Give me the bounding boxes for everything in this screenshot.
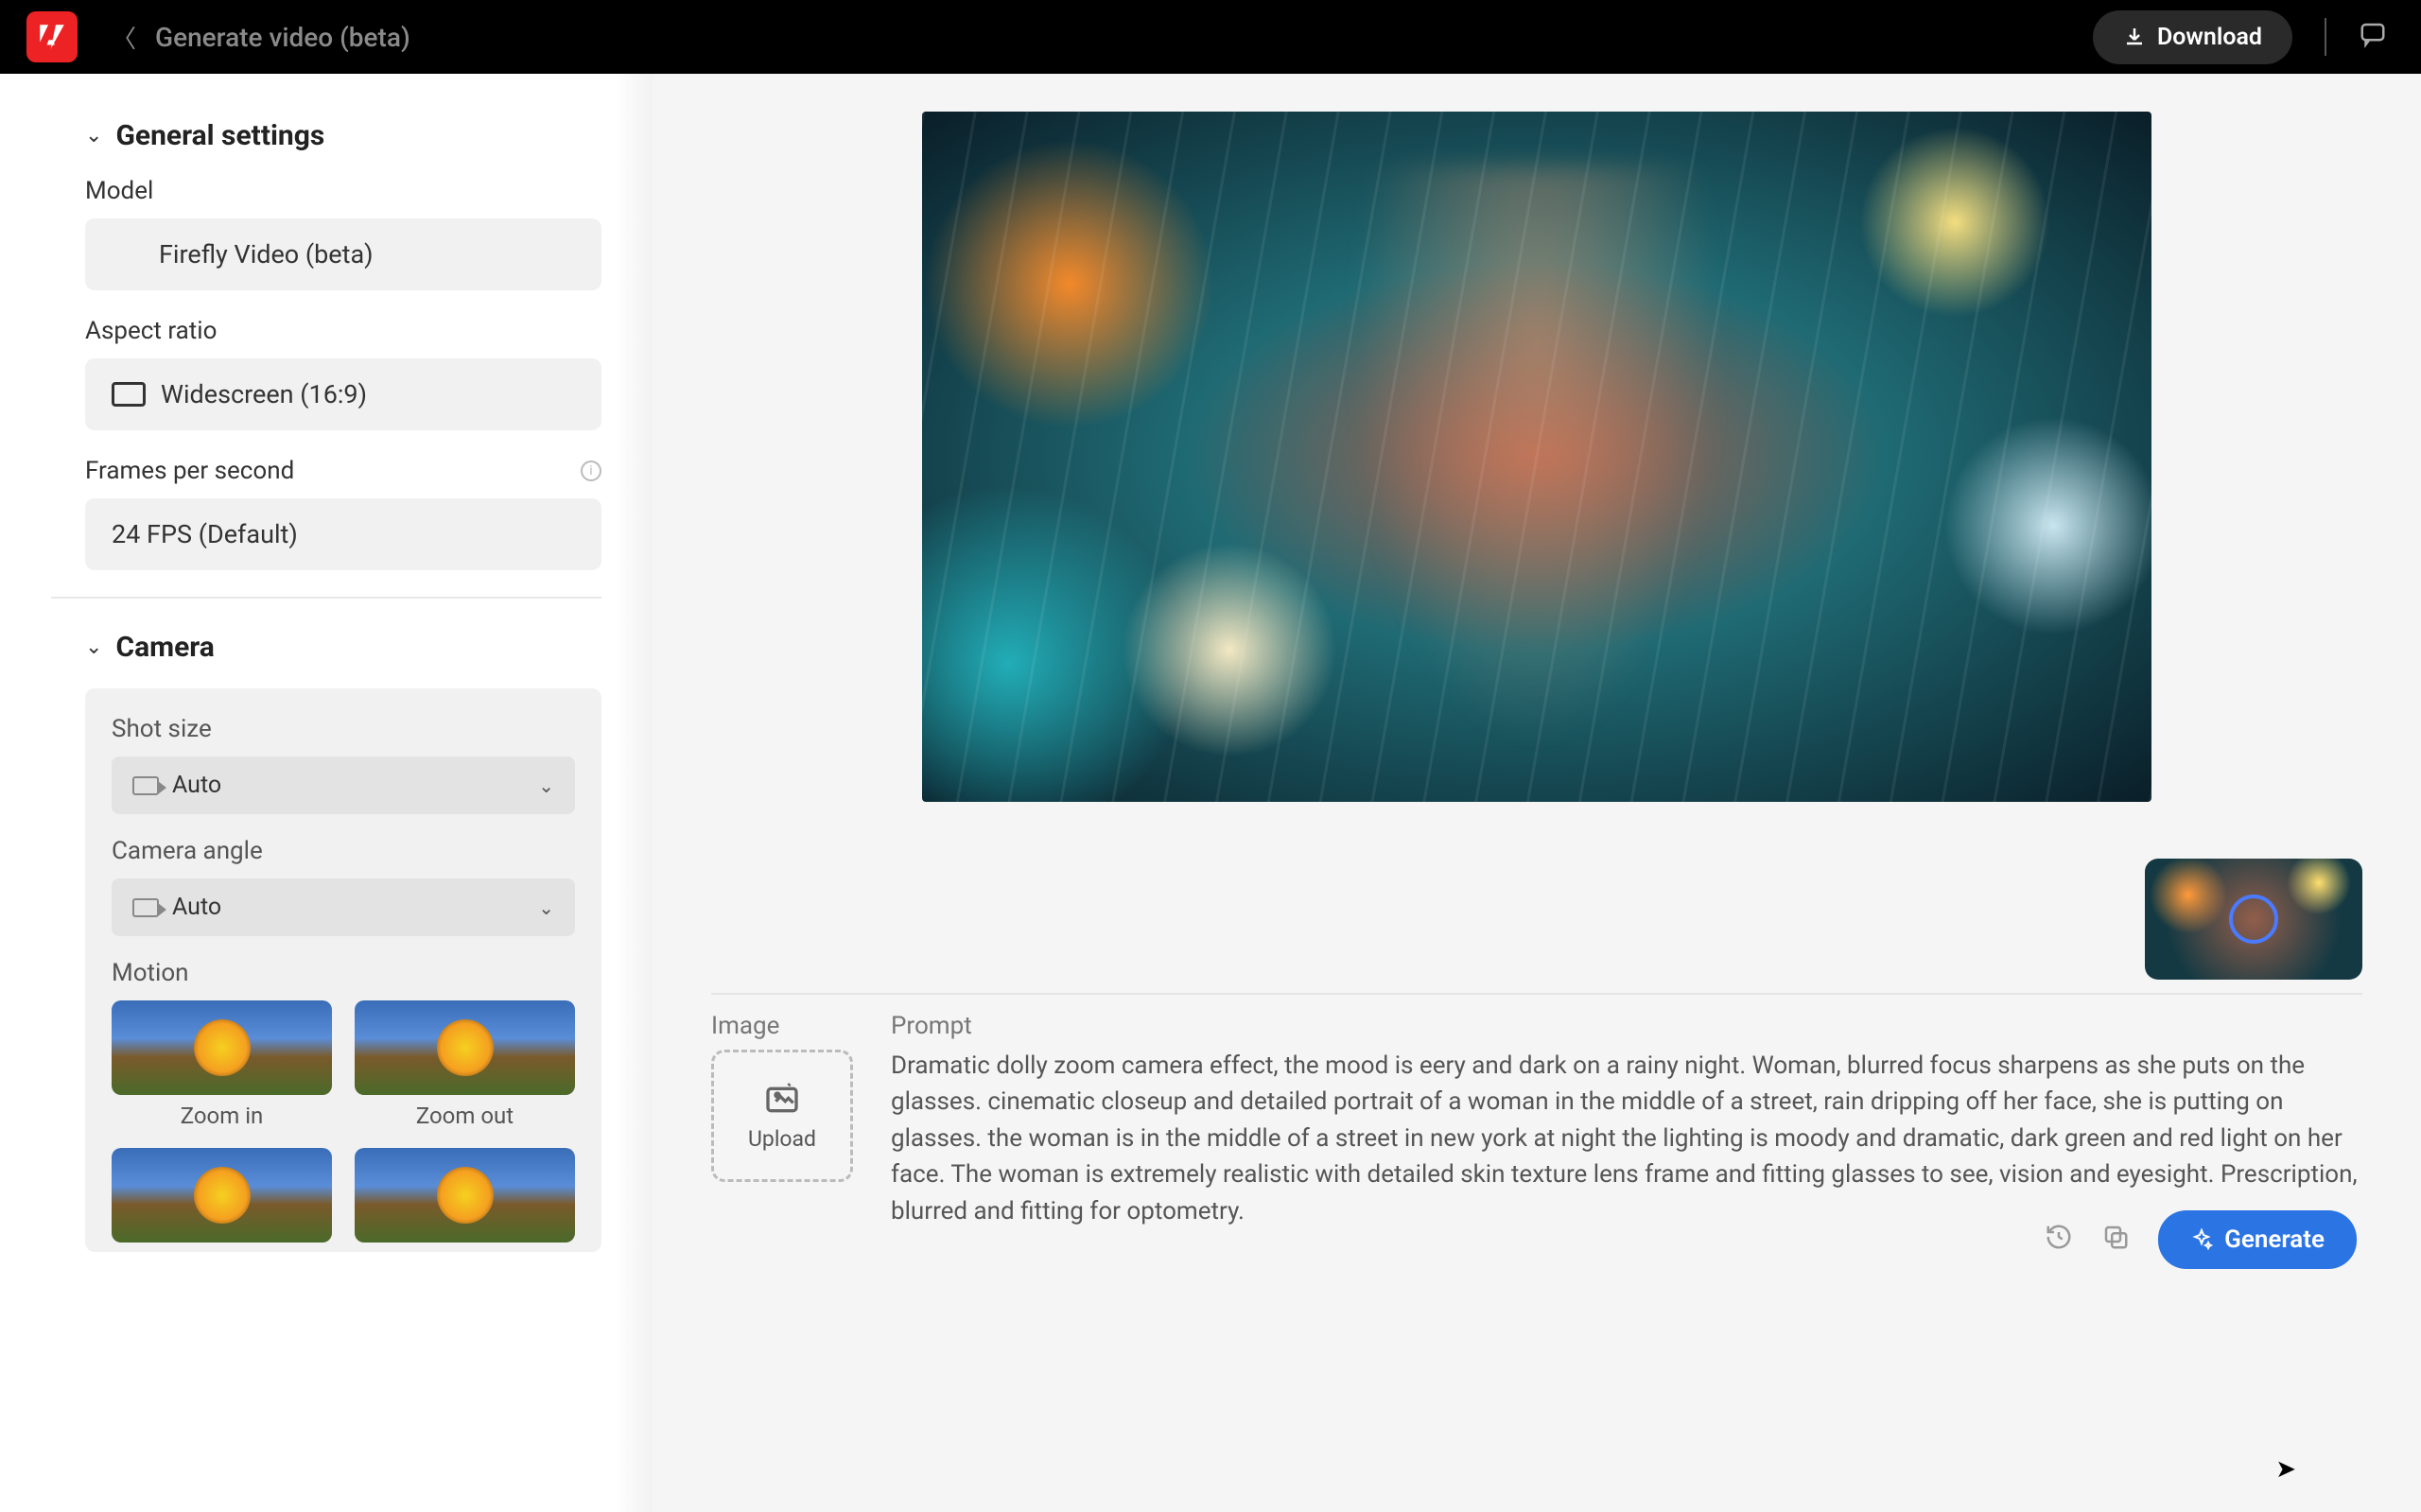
motion-item-label: Zoom out — [416, 1103, 514, 1129]
image-column-label: Image — [711, 1012, 853, 1040]
ratio-icon — [112, 382, 146, 407]
camera-angle-value: Auto — [172, 894, 221, 921]
model-select[interactable]: Firefly Video (beta) — [85, 218, 601, 290]
camera-icon — [132, 776, 159, 795]
image-upload-button[interactable]: Upload — [711, 1050, 853, 1182]
camera-angle-label: Camera angle — [112, 837, 575, 865]
motion-zoom-in[interactable]: Zoom in — [112, 1000, 332, 1129]
motion-thumbnail — [112, 1148, 332, 1243]
chevron-down-icon: ⌄ — [538, 896, 554, 919]
aspect-ratio-select[interactable]: Widescreen (16:9) — [85, 358, 601, 430]
general-settings-header[interactable]: ⌄ General settings — [85, 119, 601, 152]
shot-size-label: Shot size — [112, 715, 575, 743]
reference-thumbnail[interactable] — [2145, 859, 2362, 980]
video-preview[interactable] — [922, 112, 2151, 802]
shot-size-select[interactable]: Auto ⌄ — [112, 756, 575, 814]
page-title: Generate video (beta) — [155, 22, 410, 53]
fps-select[interactable]: 24 FPS (Default) — [85, 498, 601, 570]
generate-label: Generate — [2224, 1225, 2325, 1254]
prompt-panel: Image Upload Prompt Dramatic dolly zoom … — [681, 838, 2393, 1278]
download-label: Download — [2157, 24, 2262, 51]
separator — [2325, 18, 2326, 56]
info-icon[interactable]: i — [581, 461, 601, 481]
camera-angle-select[interactable]: Auto ⌄ — [112, 878, 575, 936]
chevron-down-icon: ⌄ — [85, 635, 102, 659]
chevron-down-icon: ⌄ — [85, 124, 102, 148]
settings-sidebar: ⌄ General settings Model Firefly Video (… — [0, 74, 653, 1512]
model-value: Firefly Video (beta) — [159, 239, 374, 269]
generate-button[interactable]: Generate — [2158, 1210, 2357, 1269]
main-content: Image Upload Prompt Dramatic dolly zoom … — [653, 74, 2421, 1512]
download-button[interactable]: Download — [2093, 10, 2292, 64]
general-settings-title: General settings — [115, 119, 324, 152]
motion-item-label: Zoom in — [181, 1103, 264, 1129]
shot-size-value: Auto — [172, 772, 221, 799]
aspect-ratio-value: Widescreen (16:9) — [161, 379, 367, 409]
motion-option[interactable] — [112, 1148, 332, 1243]
chevron-down-icon: ⌄ — [538, 774, 554, 797]
aspect-ratio-label: Aspect ratio — [85, 317, 601, 345]
fps-value: 24 FPS (Default) — [112, 519, 298, 549]
download-icon — [2123, 26, 2146, 48]
fps-label: Frames per second i — [85, 457, 601, 485]
motion-label: Motion — [112, 959, 575, 987]
back-chevron-icon[interactable]: 〈 — [112, 20, 136, 55]
camera-section-header[interactable]: ⌄ Camera — [85, 631, 601, 664]
sparkle-icon — [2190, 1228, 2213, 1251]
upload-icon — [759, 1081, 805, 1119]
model-label: Model — [85, 177, 601, 205]
prompt-text[interactable]: Dramatic dolly zoom camera effect, the m… — [891, 1048, 2362, 1229]
motion-thumbnail — [355, 1000, 575, 1095]
upload-label: Upload — [748, 1126, 816, 1152]
motion-thumbnail — [112, 1000, 332, 1095]
cursor-icon: ➤ — [2275, 1455, 2296, 1484]
motion-thumbnail — [355, 1148, 575, 1243]
camera-title: Camera — [115, 631, 214, 664]
prompt-column-label: Prompt — [891, 1012, 2362, 1040]
divider — [51, 597, 601, 599]
motion-zoom-out[interactable]: Zoom out — [355, 1000, 575, 1129]
comment-icon[interactable] — [2359, 20, 2387, 55]
history-icon[interactable] — [2045, 1223, 2073, 1258]
layers-icon[interactable] — [2101, 1223, 2130, 1258]
motion-option[interactable] — [355, 1148, 575, 1243]
camera-panel: Shot size Auto ⌄ Camera angle Auto ⌄ Mot… — [85, 688, 601, 1252]
divider — [711, 993, 2362, 995]
app-header: 〈 Generate video (beta) Download — [0, 0, 2421, 74]
camera-icon — [132, 898, 159, 917]
adobe-logo[interactable] — [26, 11, 78, 62]
